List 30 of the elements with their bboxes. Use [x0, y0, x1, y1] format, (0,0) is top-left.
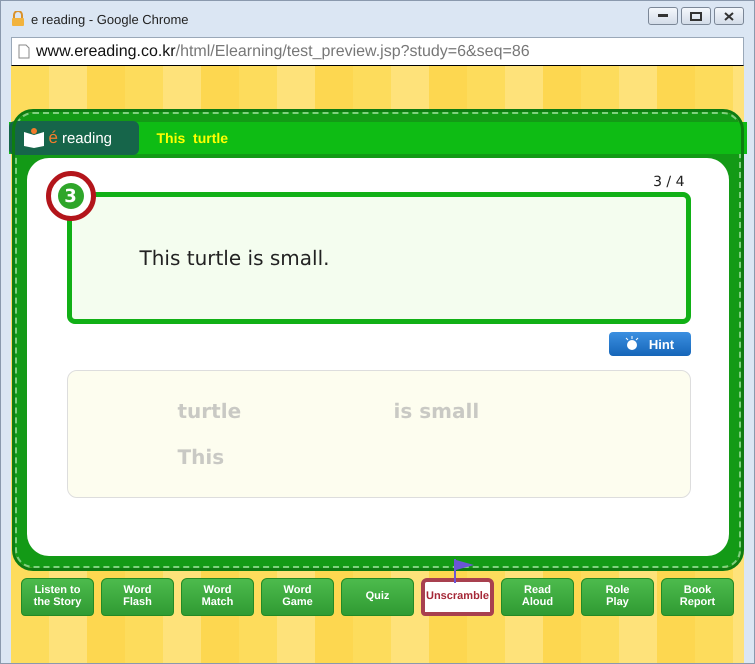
address-bar[interactable]: www.ereading.co.kr/html/Elearning/test_preview.jsp?study=6&seq=86 [11, 37, 744, 66]
url-path: /html/Elearning/test_preview.jsp?study=6&seq=86 [176, 42, 530, 60]
page-icon [18, 44, 30, 59]
sentence-text: This turtle is small. [140, 246, 330, 270]
activity-tab[interactable]: Word Game [261, 578, 334, 616]
logo-text: reading [62, 130, 112, 146]
maximize-button[interactable] [681, 7, 711, 25]
lock-icon [11, 11, 25, 27]
maximize-icon [690, 12, 702, 20]
hint-button[interactable]: Hint [608, 332, 690, 356]
number-badge: 3 [46, 171, 96, 221]
activity-tab[interactable]: Read Aloud [501, 578, 574, 616]
lesson-title: This turtle [156, 130, 228, 146]
close-button[interactable] [714, 7, 744, 25]
book-icon [22, 128, 44, 148]
activity-tab[interactable]: Quiz [341, 578, 414, 616]
activity-tab[interactable]: Listen to the Story [21, 578, 94, 616]
activity-tab[interactable]: Unscramble [421, 578, 494, 616]
window-title: e reading - Google Chrome [31, 12, 189, 26]
activity-tab[interactable]: Role Play [581, 578, 654, 616]
logo-accent: é [48, 128, 58, 148]
progress-counter: 3 / 4 [653, 174, 684, 190]
lightbulb-icon [624, 336, 639, 352]
activity-tab[interactable]: Book Report [661, 578, 734, 616]
minimize-icon [658, 14, 668, 18]
close-icon [724, 12, 734, 20]
activity-tab[interactable]: Word Match [181, 578, 254, 616]
minimize-button[interactable] [648, 7, 678, 25]
url-host: www.ereading.co.kr [36, 42, 176, 60]
activity-tab[interactable]: Word Flash [101, 578, 174, 616]
